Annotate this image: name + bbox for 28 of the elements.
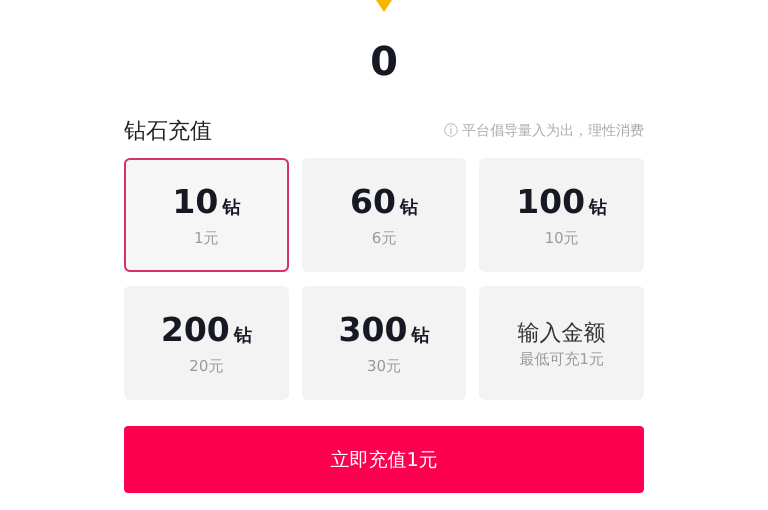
minimum-hint: 最低可充1元 bbox=[519, 350, 604, 368]
diamond-amount: 100 bbox=[516, 182, 586, 221]
price-label: 1元 bbox=[194, 229, 219, 248]
custom-amount-option[interactable]: 输入金额 最低可充1元 bbox=[479, 286, 644, 400]
diamond-amount: 200 bbox=[160, 310, 230, 349]
diamond-unit: 钻 bbox=[222, 196, 240, 219]
price-label: 6元 bbox=[372, 229, 396, 248]
section-title: 钻石充值 bbox=[124, 118, 212, 146]
diamond-amount: 10 bbox=[172, 182, 218, 221]
recharge-option[interactable]: 300 钻 30元 bbox=[302, 286, 466, 400]
diamond-amount: 60 bbox=[350, 182, 396, 221]
balance-value: 0 bbox=[370, 40, 398, 84]
info-icon: ⓘ bbox=[444, 122, 458, 140]
price-label: 10元 bbox=[544, 229, 579, 248]
notice-text: 平台倡导量入为出，理性消费 bbox=[462, 122, 644, 140]
recharge-option[interactable]: 200 钻 20元 bbox=[124, 286, 289, 400]
recharge-option[interactable]: 10 钻 1元 bbox=[124, 158, 289, 272]
diamond-unit: 钻 bbox=[400, 196, 418, 219]
recharge-option[interactable]: 60 钻 6元 bbox=[302, 158, 466, 272]
recharge-button[interactable]: 立即充值1元 bbox=[124, 426, 644, 493]
diamond-unit: 钻 bbox=[234, 324, 252, 347]
recharge-option[interactable]: 100 钻 10元 bbox=[479, 158, 644, 272]
price-label: 30元 bbox=[366, 357, 402, 376]
price-label: 20元 bbox=[189, 357, 224, 376]
diamond-unit: 钻 bbox=[411, 324, 430, 347]
custom-amount-label: 输入金额 bbox=[518, 320, 606, 348]
diamond-amount: 300 bbox=[338, 310, 408, 349]
diamond-unit: 钻 bbox=[589, 196, 608, 219]
